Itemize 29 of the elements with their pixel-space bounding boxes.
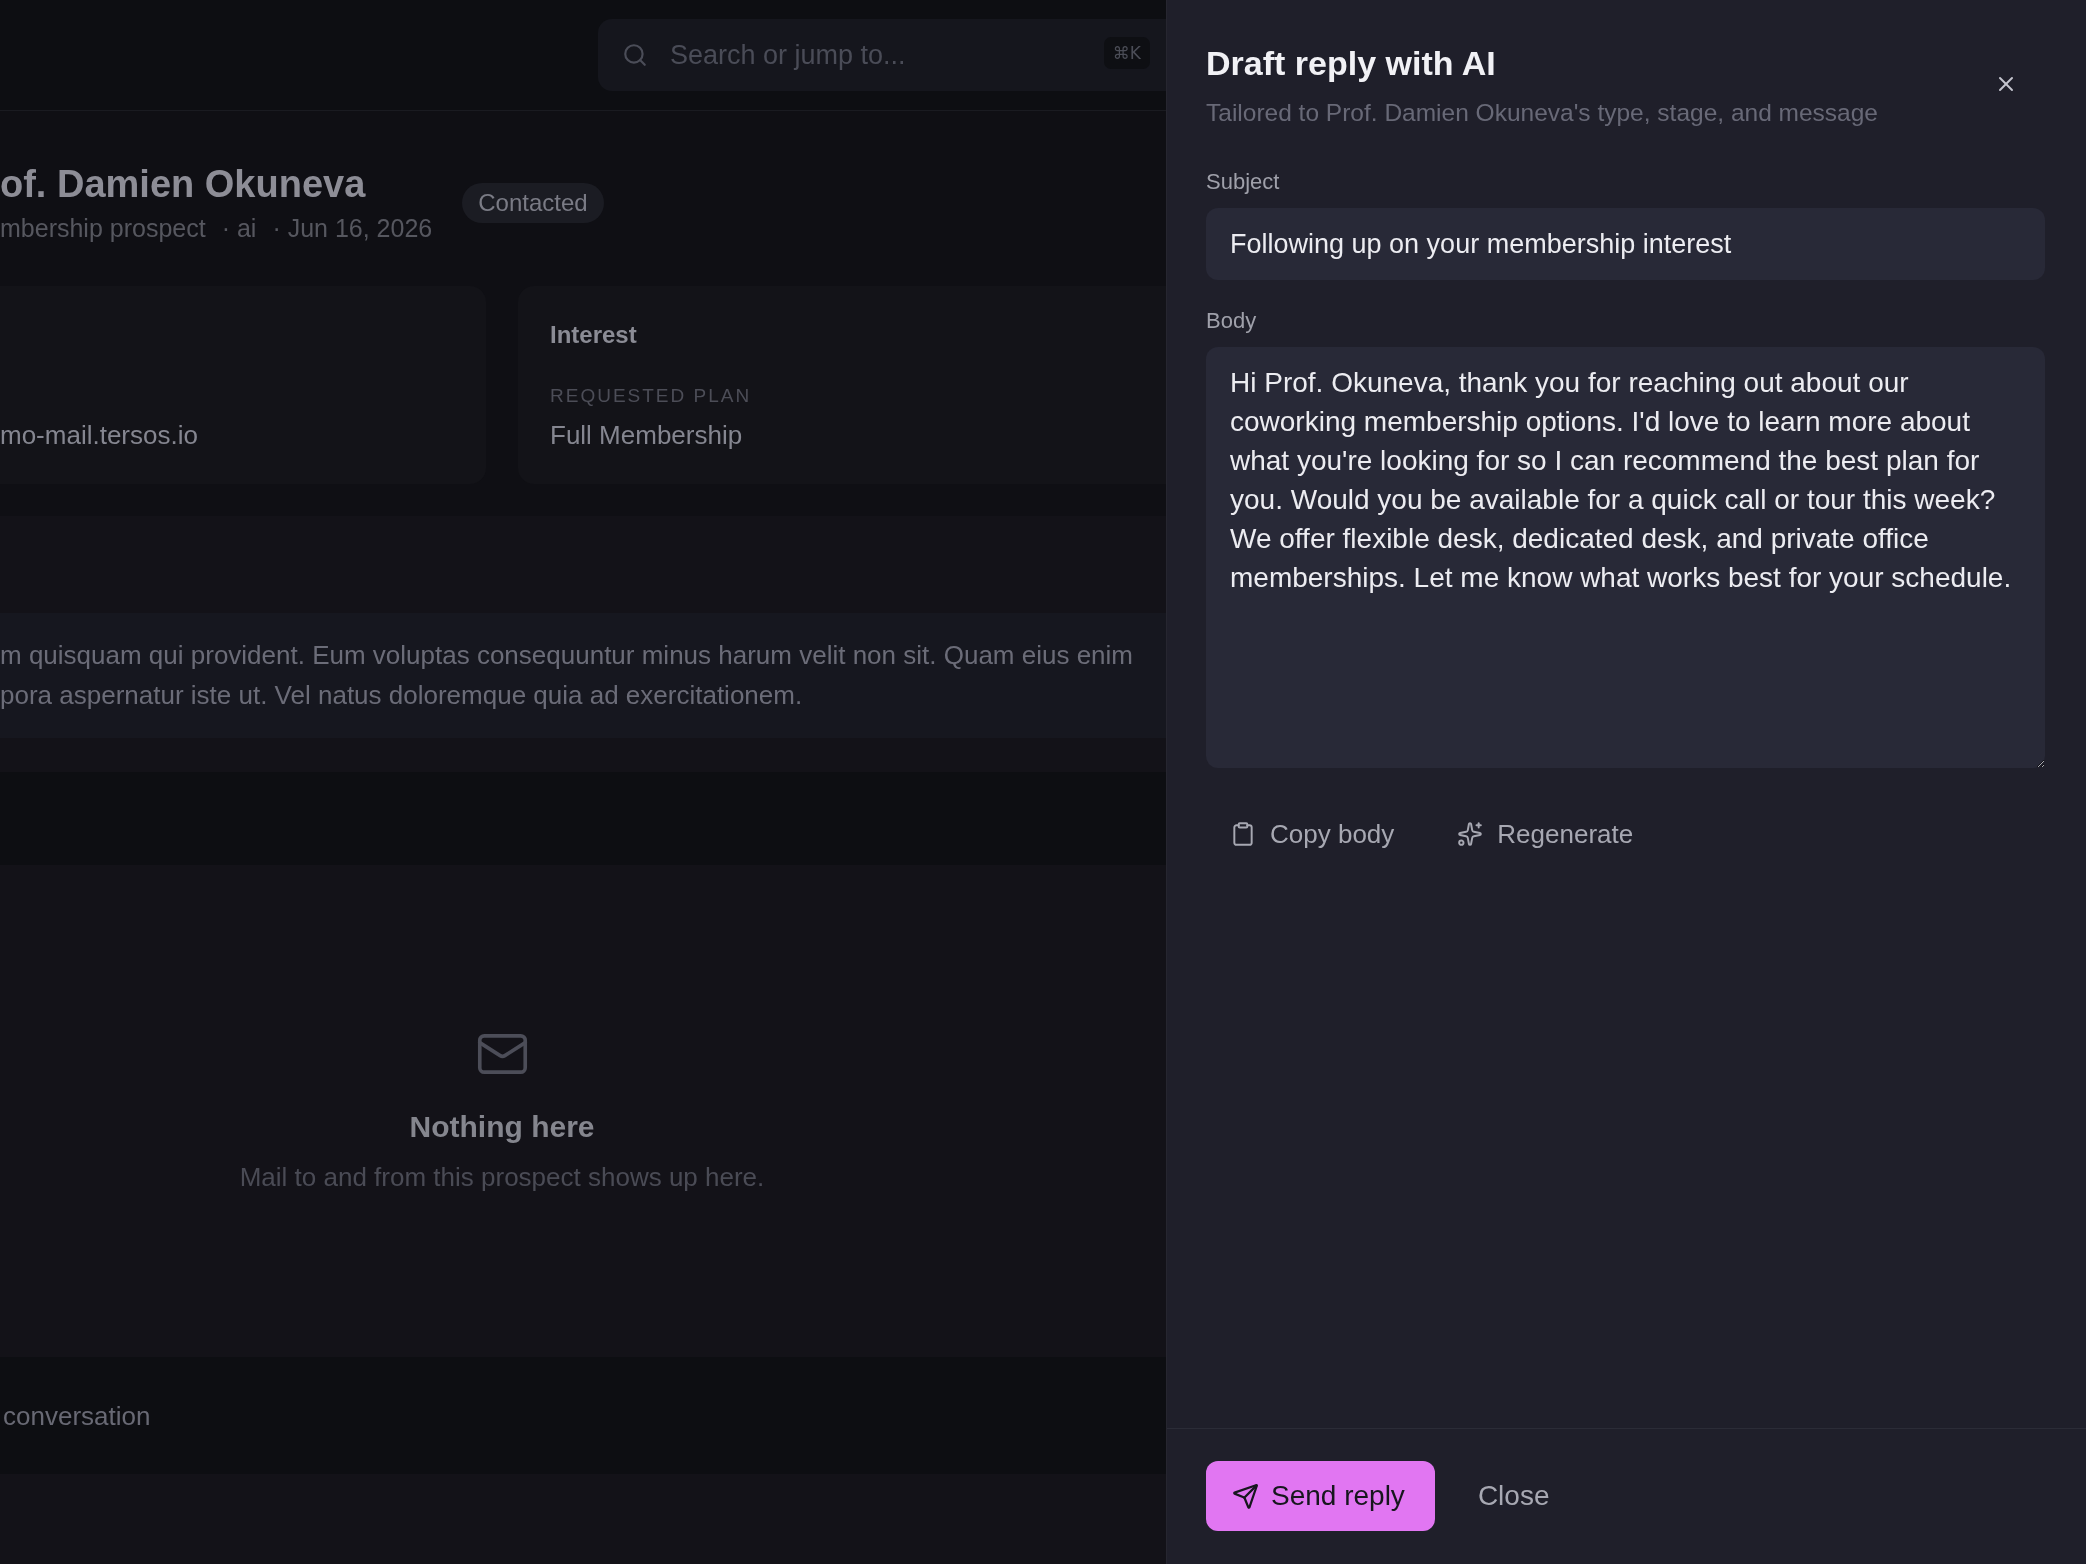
prospect-name: of. Damien Okuneva — [0, 162, 367, 207]
status-badge: Contacted — [462, 182, 604, 223]
meta-text: · ai — [221, 213, 257, 244]
regenerate-button[interactable]: Regenerate — [1433, 814, 1658, 854]
message-text: m quisquam qui provident. Eum voluptas consequuntur minus harum velit non sit. Quam eius enim pora aspernatur iste ut. Vel natus doloremque quia ad exercitationem. — [0, 639, 1134, 712]
reply-bar-text: conversation — [3, 1399, 151, 1433]
empty-state-title: Nothing here — [409, 1109, 595, 1145]
send-icon — [1232, 1482, 1259, 1510]
field-label: REQUESTED PLAN — [550, 384, 752, 408]
sparkles-icon — [1457, 821, 1484, 847]
search-icon — [622, 42, 648, 68]
meta-text: · Jun 16, 2026 — [272, 213, 433, 244]
drawer-subtitle: Tailored to Prof. Damien Okuneva's type, stage, and message — [1206, 98, 1878, 128]
copy-button[interactable]: Copy body — [1206, 814, 1419, 854]
field-label: Body — [1206, 307, 1257, 335]
field-value: Full Membership — [550, 419, 743, 452]
text-area[interactable]: Hi Prof. Okuneva, thank you for reaching out about our coworking membership options. I'd love to learn more about what you're looking for so I can recommend the best plan for you. Would you be available for a quick call or tour this week? We offer flexible desk, dedicated desk, and private office memberships. Let me know what works best for your schedule. — [1206, 347, 2045, 768]
card-title: Interest — [550, 320, 637, 350]
field-label: Subject — [1206, 168, 1280, 196]
clipboard-icon — [1230, 821, 1256, 847]
envelope-icon — [476, 1034, 528, 1074]
field-value: mo-mail.tersos.io — [0, 419, 198, 452]
send-button[interactable]: Send reply — [1206, 1461, 1435, 1531]
meta-text: mbership prospect — [0, 213, 206, 244]
shortcut-hint: ⌘K — [1103, 37, 1150, 69]
input-field[interactable]: Following up on your membership interest — [1206, 208, 2045, 280]
close-button[interactable]: Close — [1457, 1461, 1570, 1531]
empty-state-text: Mail to and from this prospect shows up here. — [239, 1162, 765, 1192]
drawer-title: Draft reply with AI — [1206, 43, 1496, 84]
